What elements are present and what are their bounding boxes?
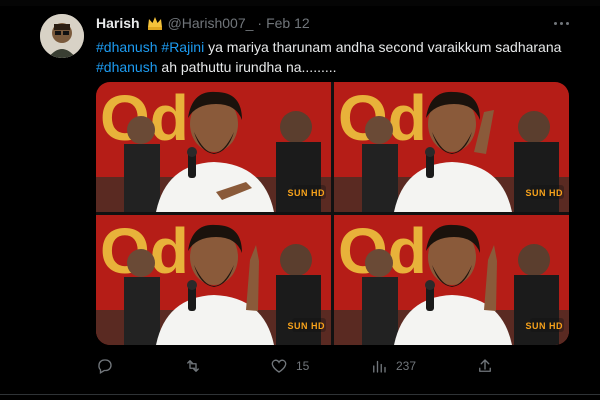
action-bar: 15 237 bbox=[96, 356, 576, 376]
hashtag-link[interactable]: #dhanush bbox=[96, 59, 158, 75]
media-photo[interactable]: OdSUN HD bbox=[334, 82, 569, 212]
crown-emoji-icon bbox=[146, 14, 164, 32]
retweet-button[interactable] bbox=[184, 356, 210, 376]
media-photo[interactable]: OdSUN HD bbox=[96, 82, 331, 212]
more-options-button[interactable] bbox=[552, 14, 570, 32]
tweet-text-segment: ya mariya tharunam andha second varaikku… bbox=[204, 39, 562, 55]
author-name[interactable]: Harish bbox=[96, 15, 140, 31]
hashtag-link[interactable]: #dhanush bbox=[96, 39, 158, 55]
reply-icon bbox=[98, 359, 112, 374]
share-button[interactable] bbox=[476, 356, 494, 376]
hashtag-link[interactable]: #Rajini bbox=[161, 39, 204, 55]
channel-logo: SUN HD bbox=[287, 321, 325, 331]
more-dot bbox=[553, 21, 557, 25]
avatar[interactable] bbox=[40, 14, 84, 58]
top-border bbox=[0, 0, 600, 6]
like-button[interactable]: 15 bbox=[270, 356, 309, 376]
like-count: 15 bbox=[296, 359, 310, 373]
media-photo[interactable]: OdSUN HD bbox=[334, 215, 569, 345]
retweet-icon bbox=[187, 360, 199, 372]
separator-dot: · bbox=[257, 15, 263, 31]
media-photo[interactable]: OdSUN HD bbox=[96, 215, 331, 345]
share-icon bbox=[479, 359, 491, 372]
media-grid[interactable]: OdSUN HDOdSUN HDOdSUN HDOdSUN HD bbox=[96, 82, 569, 345]
views-button[interactable]: 237 bbox=[370, 356, 416, 376]
heart-icon bbox=[271, 359, 287, 373]
channel-logo: SUN HD bbox=[525, 321, 563, 331]
tweet-text: #dhanush #Rajini ya mariya tharunam andh… bbox=[96, 37, 576, 77]
more-dot bbox=[559, 21, 563, 25]
channel-logo: SUN HD bbox=[525, 188, 563, 198]
tweet-text-segment: ah pathuttu irundha na......... bbox=[157, 59, 337, 75]
views-count: 237 bbox=[396, 359, 417, 373]
more-dot bbox=[565, 21, 569, 25]
channel-logo: SUN HD bbox=[287, 188, 325, 198]
reply-button[interactable] bbox=[96, 356, 122, 376]
views-icon bbox=[373, 360, 386, 373]
author-handle[interactable]: @Harish007_ bbox=[168, 15, 254, 31]
tweet-date[interactable]: Feb 12 bbox=[266, 15, 310, 31]
tweet-header: Harish @Harish007_ · Feb 12 bbox=[96, 14, 310, 32]
divider bbox=[0, 394, 600, 395]
